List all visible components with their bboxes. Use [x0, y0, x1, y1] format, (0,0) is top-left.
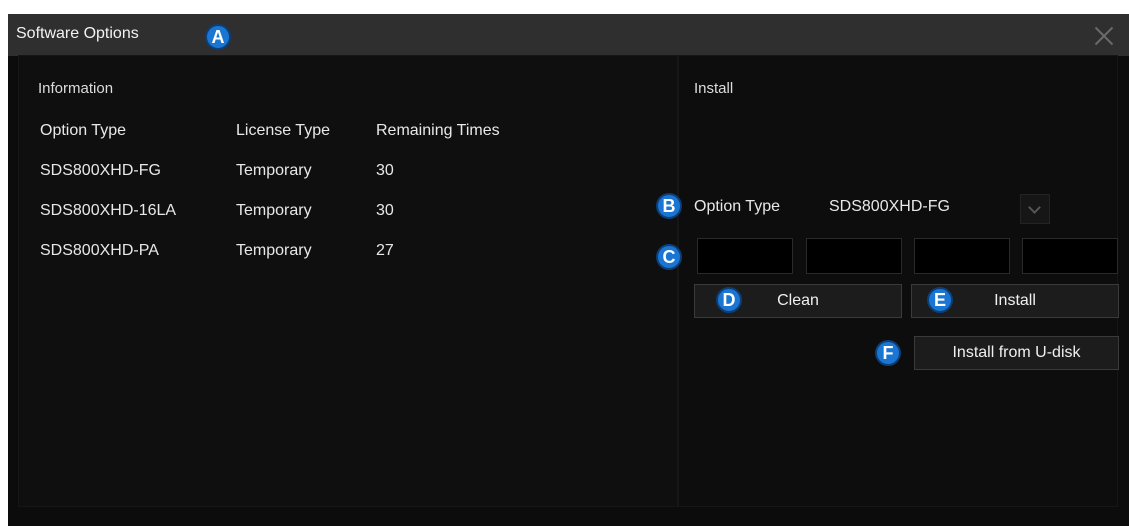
option-type-cell: SDS800XHD-16LA [40, 202, 177, 219]
license-type-cell: Temporary [236, 242, 312, 259]
clean-button-label: Clean [777, 292, 819, 309]
callout-badge-d: D [716, 287, 742, 313]
information-section-title: Information [38, 80, 114, 97]
callout-badge-b: B [656, 193, 682, 219]
callout-badge-f: F [875, 340, 901, 366]
install-section-title: Install [694, 80, 734, 97]
dialog-title: Software Options [16, 25, 139, 42]
install-panel [678, 55, 1118, 507]
license-code-field-3[interactable] [914, 238, 1010, 274]
callout-badge-c: C [656, 244, 682, 270]
install-from-udisk-button[interactable]: Install from U-disk [914, 336, 1119, 370]
remaining-times-cell: 27 [376, 242, 394, 259]
column-header-license-type: License Type [236, 122, 330, 139]
option-type-select[interactable]: SDS800XHD-FG [829, 198, 950, 216]
callout-badge-a: A [205, 24, 231, 50]
option-type-cell: SDS800XHD-PA [40, 242, 159, 259]
license-type-cell: Temporary [236, 162, 312, 179]
column-header-option-type: Option Type [40, 122, 126, 139]
license-code-field-4[interactable] [1022, 238, 1118, 274]
license-code-field-1[interactable] [697, 238, 793, 274]
license-code-field-2[interactable] [806, 238, 902, 274]
option-type-label: Option Type [694, 198, 780, 215]
license-type-cell: Temporary [236, 202, 312, 219]
remaining-times-cell: 30 [376, 162, 394, 179]
close-icon[interactable] [1093, 24, 1115, 46]
install-button-label: Install [994, 292, 1036, 309]
callout-badge-e: E [927, 287, 953, 313]
column-header-remaining-times: Remaining Times [376, 122, 500, 139]
option-type-cell: SDS800XHD-FG [40, 162, 161, 179]
remaining-times-cell: 30 [376, 202, 394, 219]
title-bar: Software Options [8, 14, 1129, 56]
chevron-down-icon[interactable] [1020, 194, 1050, 224]
install-from-udisk-label: Install from U-disk [952, 344, 1081, 361]
